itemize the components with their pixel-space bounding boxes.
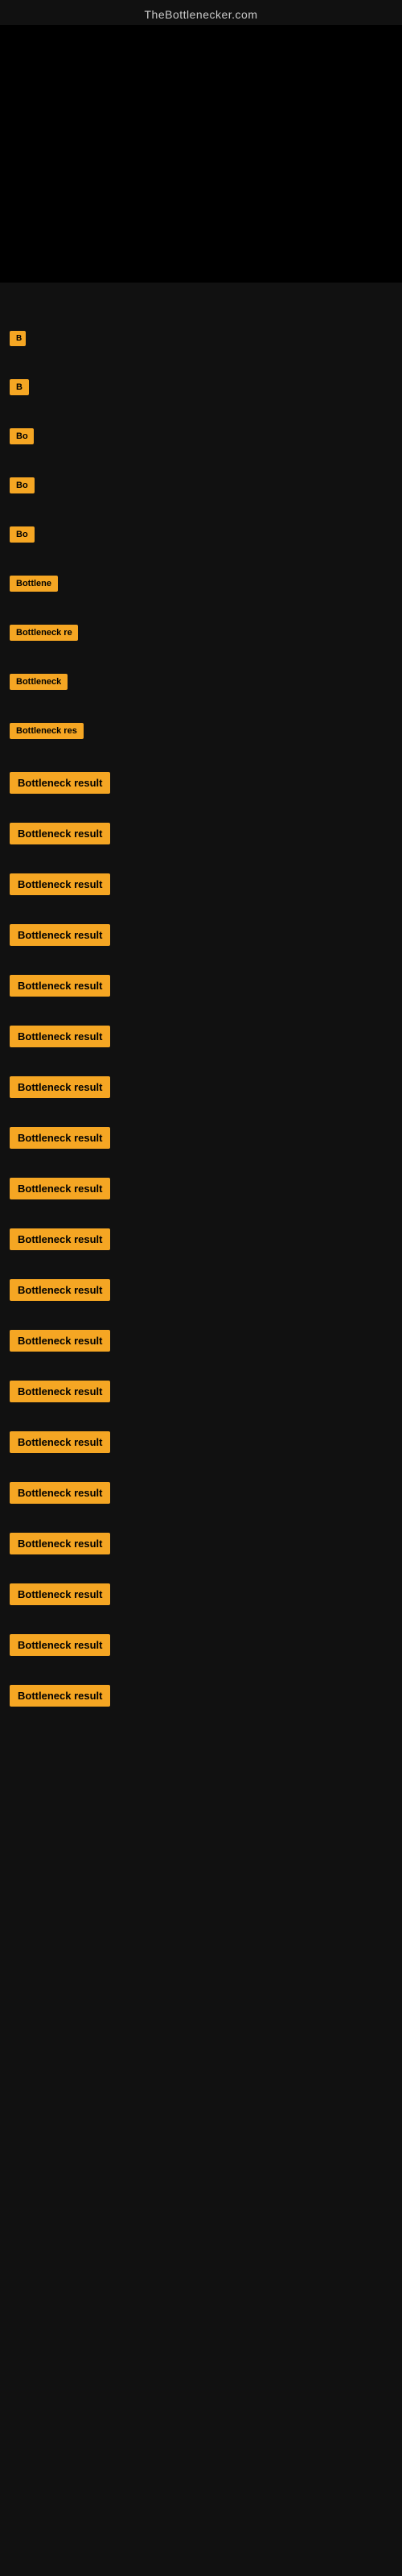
partial-label-4: Bo [8, 477, 394, 512]
partial-label-3: Bo [8, 428, 394, 463]
partial-label-1: B [8, 331, 394, 365]
full-label-11: Bottleneck result [8, 1279, 394, 1315]
full-label-14: Bottleneck result [8, 1431, 394, 1468]
full-label-13: Bottleneck result [8, 1381, 394, 1417]
full-label-8: Bottleneck result [8, 1127, 394, 1163]
full-label-15: Bottleneck result [8, 1482, 394, 1518]
full-label-2: Bottleneck result [8, 823, 394, 859]
results-container: B B Bo Bo Bo Bottlene Bottleneck re Bott… [0, 283, 402, 1752]
full-label-17: Bottleneck result [8, 1583, 394, 1620]
full-label-3: Bottleneck result [8, 873, 394, 910]
full-label-12: Bottleneck result [8, 1330, 394, 1366]
partial-label-9: Bottleneck res [8, 723, 394, 758]
full-label-9: Bottleneck result [8, 1178, 394, 1214]
full-label-1: Bottleneck result [8, 772, 394, 808]
full-label-18: Bottleneck result [8, 1634, 394, 1670]
site-title: TheBottlenecker.com [0, 0, 402, 25]
full-label-6: Bottleneck result [8, 1026, 394, 1062]
full-label-4: Bottleneck result [8, 924, 394, 960]
full-label-10: Bottleneck result [8, 1228, 394, 1265]
partial-label-8: Bottleneck [8, 674, 394, 708]
partial-label-7: Bottleneck re [8, 625, 394, 659]
full-label-7: Bottleneck result [8, 1076, 394, 1113]
full-label-5: Bottleneck result [8, 975, 394, 1011]
full-label-16: Bottleneck result [8, 1533, 394, 1569]
chart-area [0, 25, 402, 283]
partial-label-6: Bottlene [8, 576, 394, 610]
full-label-19: Bottleneck result [8, 1685, 394, 1721]
partial-label-2: B [8, 379, 394, 414]
partial-label-5: Bo [8, 526, 394, 561]
